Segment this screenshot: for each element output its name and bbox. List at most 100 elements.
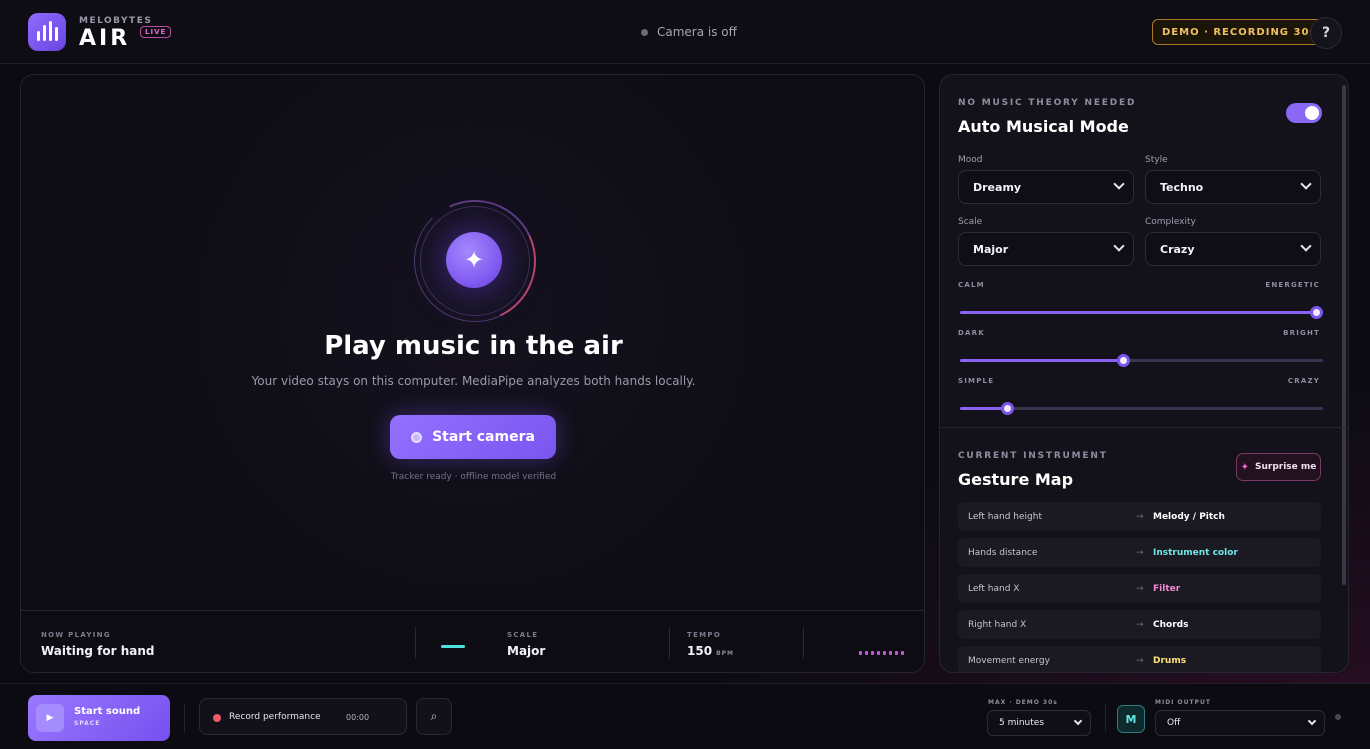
camera-stage: ✦ Play music in the air Your video stays… — [20, 74, 925, 673]
live-badge: LIVE — [140, 26, 172, 38]
orb-graphic: ✦ — [396, 182, 554, 340]
gesture-row: Movement energy → Drums — [958, 646, 1321, 672]
slider-thumb[interactable] — [1309, 306, 1323, 319]
top-bar: MELOBYTES AIR LIVE Camera is off DEMO · … — [0, 0, 1370, 64]
chevron-down-icon — [1300, 178, 1312, 190]
brand-small: MELOBYTES — [79, 16, 153, 26]
scale-label: SCALE — [507, 631, 539, 639]
max-duration-select[interactable]: 5 minutes — [987, 710, 1091, 736]
panel-title: Auto Musical Mode — [958, 117, 1129, 136]
tempo-label: TEMPO — [687, 631, 722, 639]
tracker-status: Tracker ready · offline model verified — [390, 472, 557, 482]
gesture-row: Hands distance → Instrument color — [958, 538, 1321, 567]
gesture-target: Drums — [1153, 655, 1187, 666]
energy-slider[interactable] — [960, 306, 1323, 319]
scale-value: Major — [507, 644, 546, 658]
panel-eyebrow: NO MUSIC THEORY NEEDED — [958, 98, 1137, 108]
midi-status-dot — [1335, 714, 1341, 720]
bottom-bar: ▶ Start sound SPACE Record performance 0… — [0, 683, 1370, 749]
stage-title: Play music in the air — [324, 331, 623, 361]
stage-footer: NOW PLAYING Waiting for hand SCALE Major… — [21, 610, 924, 672]
search-button[interactable]: ⌕ — [416, 698, 452, 735]
status-dot-icon — [641, 28, 648, 36]
slider-left-label: CALM — [958, 281, 985, 289]
chevron-down-icon — [1113, 178, 1125, 190]
demo-badge: DEMO · RECORDING 30s — [1152, 19, 1327, 45]
gesture-map-title: Gesture Map — [958, 470, 1074, 489]
settings-panel: NO MUSIC THEORY NEEDED Auto Musical Mode… — [939, 74, 1349, 673]
brightness-slider[interactable] — [960, 354, 1323, 367]
slider-thumb[interactable] — [1117, 354, 1131, 367]
gesture-target: Melody / Pitch — [1153, 511, 1225, 522]
scale-label: Scale — [958, 217, 983, 227]
midi-icon: M — [1117, 705, 1145, 733]
gesture-row: Right hand X → Chords — [958, 610, 1321, 639]
gesture-name: Left hand X — [968, 583, 1020, 594]
now-playing-label: NOW PLAYING — [41, 631, 111, 639]
style-label: Style — [1145, 155, 1168, 165]
slider-left-label: SIMPLE — [958, 377, 995, 385]
chevron-down-icon — [1113, 240, 1125, 252]
arrow-right-icon: → — [1136, 547, 1144, 558]
sparkle-icon: ✦ — [1240, 461, 1249, 473]
sparkle-icon: ✦ — [446, 232, 502, 288]
record-performance-button[interactable]: Record performance 00:00 — [199, 698, 407, 735]
auto-mode-toggle[interactable] — [1286, 103, 1322, 123]
record-label: Record performance — [229, 712, 321, 722]
now-playing-value: Waiting for hand — [41, 644, 155, 658]
record-dot-icon — [213, 714, 221, 722]
record-timer: 00:00 — [346, 713, 370, 722]
gesture-target: Chords — [1153, 619, 1189, 630]
mood-select[interactable]: Dreamy — [958, 170, 1134, 204]
max-duration-label: MAX · DEMO 30s — [988, 699, 1058, 706]
complexity-select[interactable]: Crazy — [1145, 232, 1321, 266]
stage-subtitle: Your video stays on this computer. Media… — [251, 374, 696, 388]
slider-thumb[interactable] — [1001, 402, 1015, 415]
slider-right-label: CRAZY — [1287, 377, 1320, 385]
midi-output-select[interactable]: Off — [1155, 710, 1325, 736]
arrow-right-icon: → — [1136, 655, 1144, 666]
search-icon: ⌕ — [430, 709, 438, 723]
surprise-me-label: Surprise me — [1255, 462, 1317, 472]
panel-scrollbar[interactable] — [1342, 85, 1346, 585]
logo-icon — [28, 13, 66, 51]
arrow-right-icon: → — [1136, 511, 1144, 522]
level-indicator — [441, 645, 465, 648]
gesture-row: Left hand X → Filter — [958, 574, 1321, 603]
chevron-down-icon — [1307, 716, 1317, 726]
surprise-me-button[interactable]: ✦ Surprise me — [1236, 453, 1321, 481]
arrow-right-icon: → — [1136, 583, 1144, 594]
gesture-name: Movement energy — [968, 655, 1050, 666]
midi-output-label: MIDI OUTPUT — [1155, 699, 1211, 706]
start-sound-button[interactable]: ▶ Start sound SPACE — [28, 695, 170, 741]
start-sound-label: Start sound — [74, 706, 141, 717]
camera-status-text: Camera is off — [657, 25, 737, 39]
chevron-down-icon — [1300, 240, 1312, 252]
start-sound-shortcut: SPACE — [74, 720, 101, 727]
record-dot-icon — [411, 431, 423, 443]
instrument-eyebrow: CURRENT INSTRUMENT — [958, 451, 1108, 461]
tempo-value: 150 BPM — [687, 644, 735, 658]
gesture-row: Left hand height → Melody / Pitch — [958, 502, 1321, 531]
complexity-label: Complexity — [1145, 217, 1196, 227]
play-icon: ▶ — [36, 704, 64, 732]
help-button[interactable]: ? — [1310, 17, 1342, 49]
audio-meter — [859, 651, 904, 655]
start-camera-button[interactable]: Start camera — [390, 415, 556, 459]
gesture-name: Left hand height — [968, 511, 1042, 522]
chevron-down-icon — [1073, 716, 1083, 726]
scale-select[interactable]: Major — [958, 232, 1134, 266]
gesture-target: Filter — [1153, 583, 1181, 594]
camera-status: Camera is off — [641, 25, 737, 39]
start-camera-label: Start camera — [432, 429, 535, 445]
style-select[interactable]: Techno — [1145, 170, 1321, 204]
gesture-name: Hands distance — [968, 547, 1038, 558]
gesture-target: Instrument color — [1153, 547, 1238, 558]
brand-name: AIR — [79, 26, 131, 51]
slider-left-label: DARK — [958, 329, 985, 337]
arrow-right-icon: → — [1136, 619, 1144, 630]
gesture-name: Right hand X — [968, 619, 1027, 630]
mood-label: Mood — [958, 155, 983, 165]
slider-right-label: ENERGETIC — [1265, 281, 1320, 289]
complexity-slider[interactable] — [960, 402, 1323, 415]
